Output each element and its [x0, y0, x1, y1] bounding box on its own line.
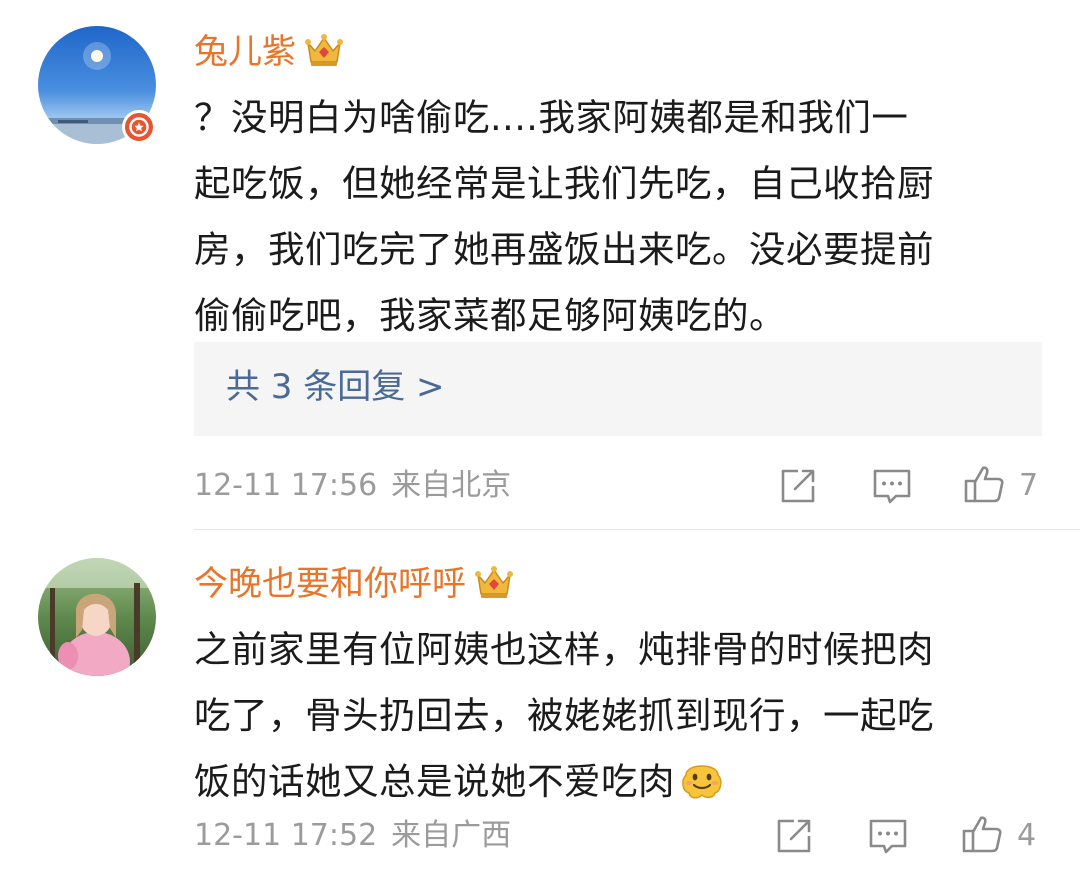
timestamp: 12-11 17:52	[194, 818, 378, 853]
avatar[interactable]	[38, 558, 156, 676]
like-count: 7	[1019, 468, 1039, 503]
smile-emoji-icon	[677, 754, 727, 804]
username[interactable]: 兔儿紫	[194, 30, 344, 74]
comment-text: 之前家里有位阿姨也这样，炖排骨的时候把肉 吃了，骨头扔回去，被姥姥抓到现行，一起…	[194, 617, 1054, 815]
comment-line: ？没明白为啥偷吃....我家阿姨都是和我们一	[194, 96, 909, 139]
star-badge-icon	[122, 110, 156, 144]
like-count: 4	[1017, 818, 1037, 853]
comment-line-text: 饭的话她又总是说她不爱吃肉	[194, 760, 675, 803]
location: 来自广西	[391, 818, 512, 853]
username-text[interactable]: 兔儿紫	[194, 32, 296, 72]
view-replies-link[interactable]: 共 3 条回复 >	[226, 365, 445, 409]
comment-text: ？没明白为啥偷吃....我家阿姨都是和我们一 起吃饭，但她经常是让我们先吃，自己…	[194, 85, 1054, 349]
comment-meta: 12-11 17:56 来自北京	[194, 466, 511, 506]
comment-line: 吃了，骨头扔回去，被姥姥抓到现行，一起吃	[194, 694, 934, 737]
comment-line-with-emoji: 饭的话她又总是说她不爱吃肉	[194, 749, 1054, 815]
username[interactable]: 今晚也要和你呼呼	[194, 562, 514, 606]
crown-icon	[474, 563, 514, 601]
comment-line: 偷偷吃吧，我家菜都足够阿姨吃的。	[194, 294, 786, 337]
comment-icon[interactable]	[870, 464, 914, 508]
comment-line: 之前家里有位阿姨也这样，炖排骨的时候把肉	[194, 628, 934, 671]
crown-icon	[304, 31, 344, 69]
replies-box[interactable]: 共 3 条回复 >	[194, 342, 1042, 436]
username-text[interactable]: 今晚也要和你呼呼	[194, 564, 466, 604]
location: 来自北京	[391, 468, 512, 503]
comment-icon[interactable]	[866, 814, 910, 858]
timestamp: 12-11 17:56	[194, 468, 378, 503]
share-icon[interactable]	[776, 464, 820, 508]
thumbs-up-icon[interactable]	[960, 812, 1004, 856]
comment-meta: 12-11 17:52 来自广西	[194, 816, 511, 856]
thumbs-up-icon[interactable]	[962, 462, 1006, 506]
comment-item: 兔儿紫 ？没明白为啥偷吃....我家阿姨都是和我们一 起吃饭，但她经常是让我们先…	[0, 0, 1080, 530]
comment-line: 起吃饭，但她经常是让我们先吃，自己收拾厨	[194, 162, 934, 205]
share-icon[interactable]	[772, 814, 816, 858]
comment-item: 今晚也要和你呼呼 之前家里有位阿姨也这样，炖排骨的时候把肉 吃了，骨头扔回去，被…	[0, 530, 1080, 886]
comment-line: 房，我们吃完了她再盛饭出来吃。没必要提前	[194, 228, 934, 271]
